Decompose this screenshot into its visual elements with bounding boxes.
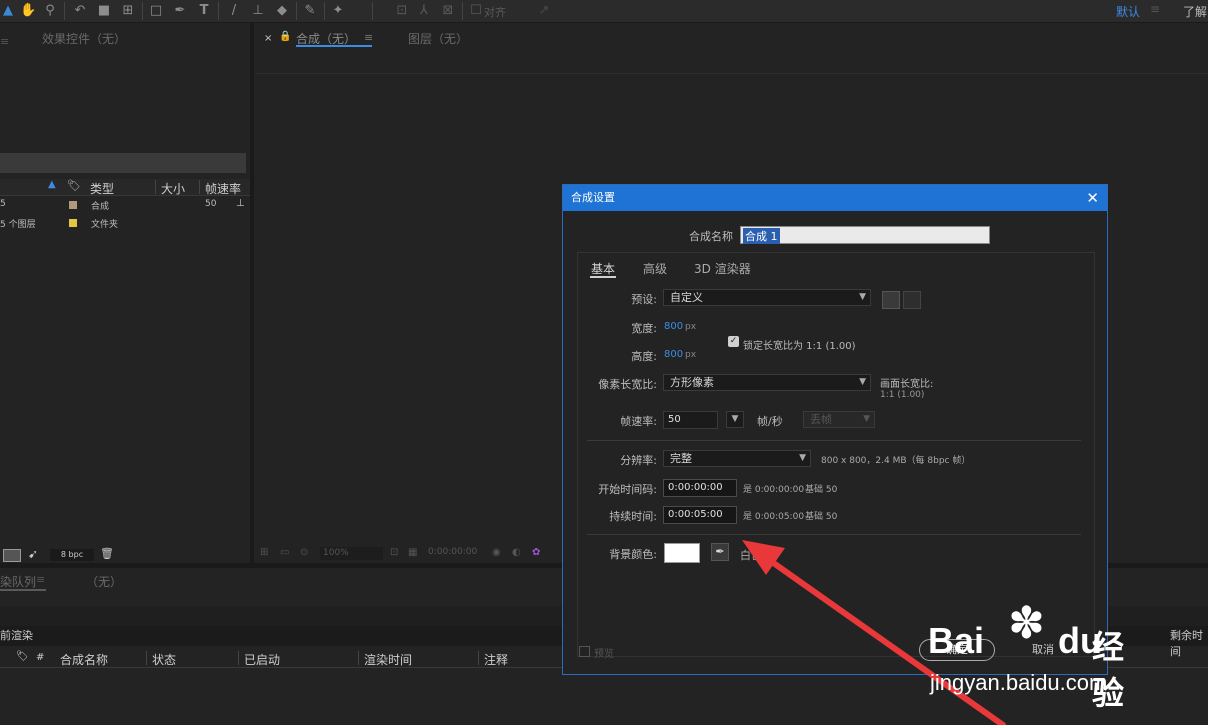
paw-icon: ✽ bbox=[1008, 598, 1045, 649]
watermark-brand-bai: Bai bbox=[928, 620, 985, 661]
watermark-url: jingyan.baidu.com bbox=[930, 670, 1108, 695]
baidu-watermark: Bai ✽ du 经验 jingyan.baidu.com bbox=[912, 592, 1152, 712]
watermark-brand-cn: 经验 bbox=[1092, 628, 1125, 712]
